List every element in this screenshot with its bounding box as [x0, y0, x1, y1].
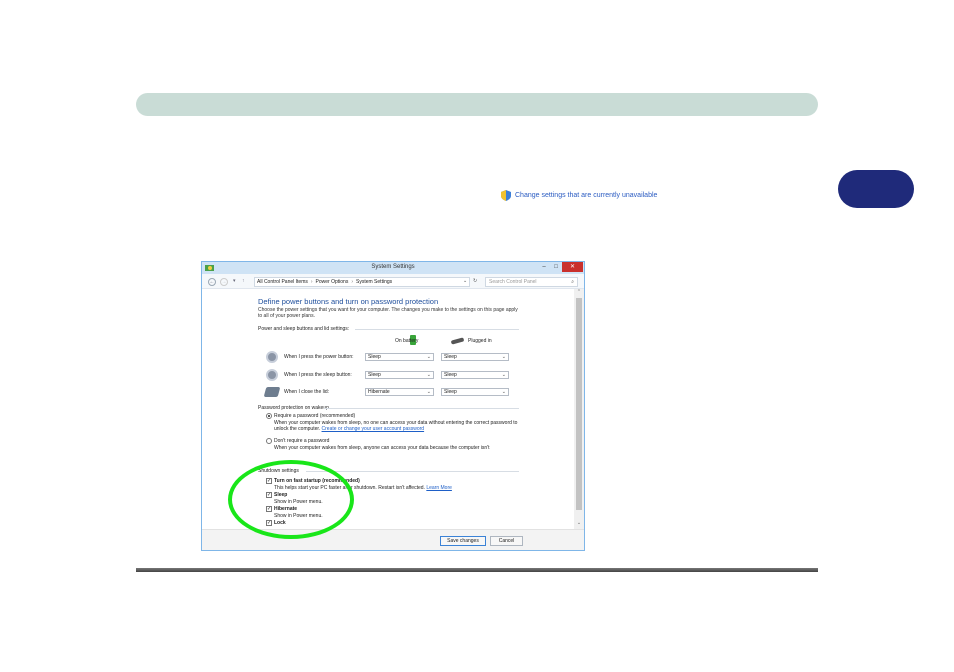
- sleep-button-label: When I press the sleep button:: [284, 372, 352, 378]
- no-password-label[interactable]: Don't require a password: [274, 438, 329, 444]
- back-button[interactable]: ←: [208, 278, 216, 286]
- change-settings-link[interactable]: Change settings that are currently unava…: [501, 190, 657, 201]
- chevron-down-icon: ⌄: [501, 389, 506, 395]
- no-password-radio[interactable]: [266, 438, 272, 444]
- no-password-description: When your computer wakes from sleep, any…: [274, 445, 490, 451]
- window-titlebar: System Settings – □ ✕: [202, 262, 584, 274]
- footer-rule: [136, 568, 818, 572]
- address-dropdown-icon[interactable]: ⌄: [463, 278, 467, 284]
- chevron-down-icon: ⌄: [426, 372, 431, 378]
- window-title: System Settings: [371, 264, 415, 270]
- select-value: Hibernate: [368, 389, 390, 395]
- power-button-plugged-select[interactable]: Sleep ⌄: [441, 353, 509, 361]
- breadcrumb[interactable]: All Control Panel Items › Power Options › Sy…: [254, 277, 470, 287]
- chevron-down-icon: ⌄: [426, 354, 431, 360]
- chevron-down-icon: ⌄: [501, 372, 506, 378]
- create-password-link[interactable]: Create or change your user account passw…: [322, 426, 425, 432]
- vertical-scrollbar[interactable]: ⌃ ⌄: [574, 289, 584, 529]
- page-heading: Define power buttons and turn on passwor…: [258, 297, 439, 306]
- uac-shield-icon: [501, 190, 511, 201]
- power-button-label: When I press the power button:: [284, 354, 354, 360]
- plug-icon: [450, 337, 465, 345]
- search-placeholder: Search Control Panel: [489, 279, 537, 285]
- close-button[interactable]: ✕: [562, 262, 583, 272]
- cancel-button[interactable]: Cancel: [490, 536, 523, 546]
- learn-more-link[interactable]: Learn More: [426, 485, 452, 491]
- chapter-tab: [838, 170, 914, 208]
- recent-pages-icon[interactable]: ▾: [233, 278, 236, 284]
- page-header-bar: [136, 93, 818, 116]
- manual-page: Change settings that are currently unava…: [0, 0, 954, 672]
- forward-button[interactable]: →: [220, 278, 228, 286]
- minimize-button[interactable]: –: [538, 262, 550, 272]
- require-password-description: When your computer wakes from sleep, no …: [274, 420, 524, 432]
- scroll-thumb[interactable]: [576, 298, 582, 510]
- lid-battery-select[interactable]: Hibernate ⌄: [365, 388, 434, 396]
- select-value: Sleep: [444, 372, 457, 378]
- change-settings-label[interactable]: Change settings that are currently unava…: [515, 192, 657, 199]
- power-button-battery-select[interactable]: Sleep ⌄: [365, 353, 434, 361]
- require-password-label[interactable]: Require a password (recommended): [274, 413, 355, 419]
- select-value: Sleep: [368, 372, 381, 378]
- power-section-title: Power and sleep buttons and lid settings…: [258, 326, 350, 332]
- up-arrow-icon[interactable]: ↑: [242, 278, 245, 284]
- refresh-icon[interactable]: ↻: [473, 278, 477, 284]
- save-changes-button[interactable]: Save changes: [440, 536, 486, 546]
- divider: [355, 329, 519, 330]
- laptop-lid-icon: [263, 387, 281, 397]
- breadcrumb-item[interactable]: Power Options: [316, 279, 349, 285]
- breadcrumb-item[interactable]: System Settings: [356, 279, 392, 285]
- lid-plugged-select[interactable]: Sleep ⌄: [441, 388, 509, 396]
- password-section-title: Password protection on wakeup: [258, 405, 329, 411]
- highlight-oval: [228, 460, 354, 539]
- maximize-button[interactable]: □: [550, 262, 562, 272]
- scroll-down-icon[interactable]: ⌄: [574, 520, 584, 528]
- require-password-radio[interactable]: [266, 413, 272, 419]
- breadcrumb-item[interactable]: All Control Panel Items: [257, 279, 308, 285]
- sleep-button-battery-select[interactable]: Sleep ⌄: [365, 371, 434, 379]
- on-battery-header: On battery: [395, 338, 419, 344]
- chevron-down-icon: ⌄: [426, 389, 431, 395]
- scroll-up-icon[interactable]: ⌃: [574, 289, 584, 297]
- address-bar: ← → ▾ ↑ All Control Panel Items › Power Op…: [202, 274, 584, 289]
- search-icon[interactable]: ⌕: [571, 278, 574, 286]
- lid-label: When I close the lid:: [284, 389, 330, 395]
- chevron-down-icon: ⌄: [501, 354, 506, 360]
- select-value: Sleep: [444, 389, 457, 395]
- divider: [324, 408, 519, 409]
- power-button-icon: [266, 351, 278, 363]
- sleep-button-icon: [266, 369, 278, 381]
- search-input[interactable]: Search Control Panel ⌕: [485, 277, 578, 287]
- select-value: Sleep: [368, 354, 381, 360]
- page-description: Choose the power settings that you want …: [258, 307, 518, 319]
- select-value: Sleep: [444, 354, 457, 360]
- divider: [306, 471, 519, 472]
- sleep-button-plugged-select[interactable]: Sleep ⌄: [441, 371, 509, 379]
- plugged-in-header: Plugged in: [468, 338, 492, 344]
